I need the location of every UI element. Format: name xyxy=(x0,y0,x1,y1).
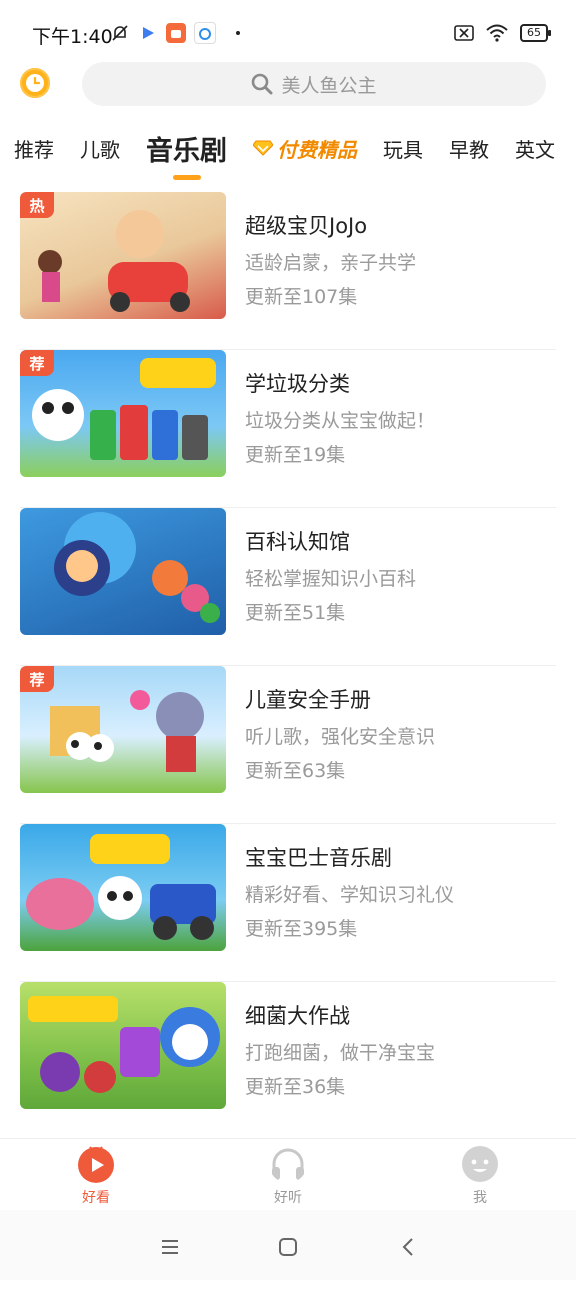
history-clock-button[interactable] xyxy=(20,68,50,98)
program-title: 超级宝贝JoJo xyxy=(245,214,368,238)
list-item[interactable]: 细菌大作战 打跑细菌，做干净宝宝 更新至36集 xyxy=(20,982,556,1140)
mute-bell-icon xyxy=(112,25,128,41)
list-item[interactable]: 热 超级宝贝JoJo 适龄启蒙，亲子共学 更新至107集 xyxy=(20,192,556,350)
cartoon-illustration xyxy=(28,996,220,1093)
hot-badge: 热 xyxy=(20,192,54,218)
bottom-navigation: 好看 好听 我 xyxy=(0,1138,576,1211)
top-bar: 美人鱼公主 xyxy=(0,62,576,108)
status-bar: 下午1:40 65 xyxy=(0,0,576,70)
program-thumbnail[interactable]: 荐 xyxy=(20,350,226,477)
search-placeholder: 美人鱼公主 xyxy=(281,74,377,97)
back-icon[interactable] xyxy=(396,1235,420,1259)
tab-recommend[interactable]: 推荐 xyxy=(14,134,54,163)
status-time: 下午1:40 xyxy=(32,26,113,48)
tv-play-icon xyxy=(78,1146,114,1183)
program-description: 打跑细菌，做干净宝宝 xyxy=(245,1042,436,1064)
system-navigation xyxy=(0,1210,576,1280)
nav-listen[interactable]: 好听 xyxy=(240,1145,336,1207)
nav-me[interactable]: 我 xyxy=(432,1145,528,1207)
tab-nursery-rhymes[interactable]: 儿歌 xyxy=(80,134,120,163)
cartoon-illustration xyxy=(26,834,216,940)
shop-app-icon xyxy=(166,23,186,43)
search-icon xyxy=(252,73,273,95)
program-thumbnail[interactable] xyxy=(20,824,226,951)
category-tabs: 推荐 儿歌 音乐剧 付费精品 玩具 早教 英文 xyxy=(14,124,555,180)
list-item[interactable]: 宝宝巴士音乐剧 精彩好看、学知识习礼仪 更新至395集 xyxy=(20,824,556,982)
sim-off-icon xyxy=(454,25,474,41)
program-thumbnail[interactable] xyxy=(20,982,226,1109)
program-description: 轻松掌握知识小百科 xyxy=(245,568,417,590)
diamond-icon xyxy=(253,140,273,156)
program-list: 热 超级宝贝JoJo 适龄启蒙，亲子共学 更新至107集 荐 学垃圾分类 垃圾分… xyxy=(20,192,556,1297)
program-thumbnail[interactable] xyxy=(20,508,226,635)
recommend-badge: 荐 xyxy=(20,350,54,376)
active-tab-indicator xyxy=(172,174,201,180)
program-description: 垃圾分类从宝宝做起！ xyxy=(245,410,436,432)
status-right: 65 xyxy=(454,24,551,42)
program-thumbnail[interactable]: 热 xyxy=(20,192,226,319)
program-title: 百科认知馆 xyxy=(245,530,350,554)
program-description: 适龄启蒙，亲子共学 xyxy=(245,252,417,274)
episode-count: 更新至51集 xyxy=(245,602,346,624)
search-bar[interactable]: 美人鱼公主 xyxy=(82,62,546,106)
clock-icon xyxy=(26,74,44,92)
more-dot-icon xyxy=(236,31,240,35)
home-icon[interactable] xyxy=(276,1235,300,1259)
cartoon-illustration xyxy=(54,512,220,623)
program-description: 精彩好看、学知识习礼仪 xyxy=(245,884,455,906)
program-thumbnail[interactable]: 荐 xyxy=(20,666,226,793)
program-title: 宝宝巴士音乐剧 xyxy=(245,846,392,870)
list-item[interactable]: 荐 儿童安全手册 听儿歌，强化安全意识 更新至63集 xyxy=(20,666,556,824)
program-title: 细菌大作战 xyxy=(245,1004,350,1028)
program-title: 学垃圾分类 xyxy=(245,372,350,396)
list-item[interactable]: 荐 学垃圾分类 垃圾分类从宝宝做起！ 更新至19集 xyxy=(20,350,556,508)
tab-premium[interactable]: 付费精品 xyxy=(253,134,357,163)
video-app-icon xyxy=(138,23,158,43)
episode-count: 更新至107集 xyxy=(245,286,358,308)
battery-indicator: 65 xyxy=(520,24,551,42)
episode-count: 更新至395集 xyxy=(245,918,358,940)
nav-watch[interactable]: 好看 xyxy=(48,1145,144,1207)
cloud-app-icon xyxy=(194,22,216,44)
episode-count: 更新至36集 xyxy=(245,1076,346,1098)
program-description: 听儿歌，强化安全意识 xyxy=(245,726,436,748)
tab-english[interactable]: 英文 xyxy=(515,134,555,163)
tab-early-education[interactable]: 早教 xyxy=(449,134,489,163)
menu-icon[interactable] xyxy=(158,1235,182,1259)
tab-toys[interactable]: 玩具 xyxy=(383,134,423,163)
program-title: 儿童安全手册 xyxy=(245,688,371,712)
episode-count: 更新至19集 xyxy=(245,444,346,466)
headphones-icon xyxy=(272,1148,304,1180)
wifi-icon xyxy=(486,24,508,42)
profile-face-icon xyxy=(462,1146,498,1182)
status-notification-icons xyxy=(110,22,240,44)
tab-musical[interactable]: 音乐剧 xyxy=(146,129,227,180)
list-item[interactable]: 百科认知馆 轻松掌握知识小百科 更新至51集 xyxy=(20,508,556,666)
episode-count: 更新至63集 xyxy=(245,760,346,782)
recommend-badge: 荐 xyxy=(20,666,54,692)
